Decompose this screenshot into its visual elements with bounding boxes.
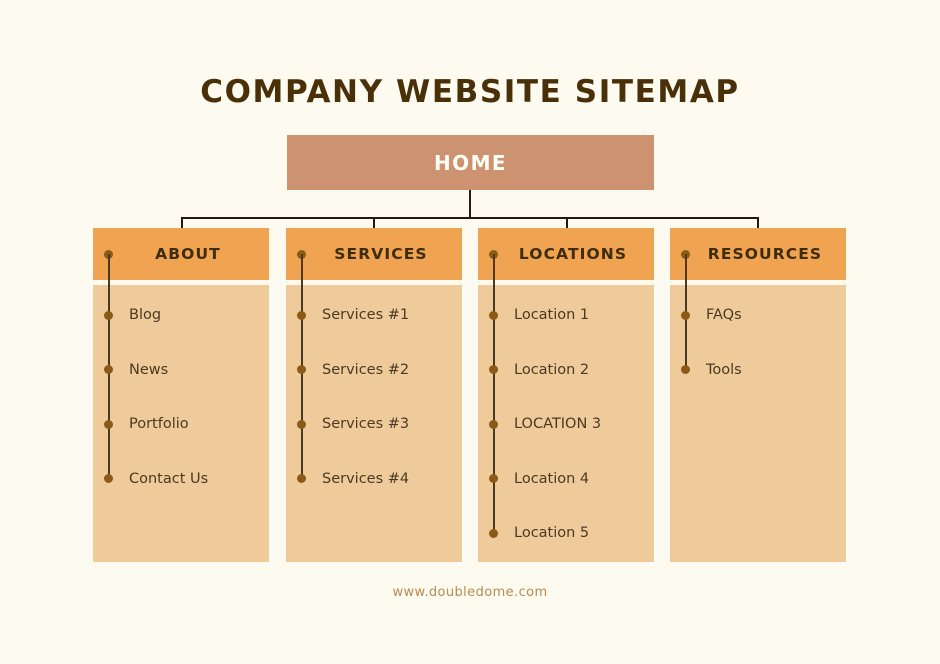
sitemap-item-label: Portfolio — [129, 416, 189, 432]
connector-bus — [181, 217, 759, 219]
timeline-dot-resources-1 — [681, 365, 690, 374]
column-body-resources — [670, 285, 846, 562]
sitemap-item-label: News — [129, 361, 169, 378]
sitemap-column-services: SERVICES Services #1 Services #2 Services … — [286, 228, 462, 562]
column-header-label: LOCATIONS — [518, 245, 628, 263]
sitemap-item-label: Services #3 — [322, 416, 410, 432]
sitemap-column-locations: LOCATIONS Location 1 Location 2 LOCATION 3… — [478, 228, 654, 562]
timeline-dot-services-2 — [297, 419, 306, 429]
timeline-dot-about-3 — [104, 474, 113, 483]
sitemap-item-label: Location 4 — [514, 470, 590, 487]
sitemap-item-label: Location 1 — [514, 307, 590, 323]
home-node-label: HOME — [434, 150, 507, 175]
timeline-dot-locations-4 — [489, 528, 498, 538]
sitemap-item-label: Services #2 — [322, 361, 410, 378]
sitemap-item-label: FAQs — [706, 307, 742, 323]
column-header-about[interactable]: ABOUT — [93, 228, 269, 280]
timeline-dot-locations-0 — [489, 310, 498, 320]
column-header-label: SERVICES — [334, 245, 428, 263]
sitemap-item-label: Blog — [129, 307, 162, 323]
timeline-dot-services-0 — [297, 310, 306, 320]
sitemap-item-label: Location 5 — [514, 525, 590, 541]
connector-stem — [469, 190, 471, 219]
column-header-services[interactable]: SERVICES — [286, 228, 462, 280]
sitemap-column-resources: RESOURCES FAQs Tools — [670, 228, 846, 562]
timeline-dot-about-2 — [104, 419, 113, 429]
sitemap-item-label: Services #1 — [322, 307, 410, 323]
timeline-dot-locations-2 — [489, 419, 498, 429]
timeline-dot-locations-1 — [489, 365, 498, 374]
sitemap-canvas: COMPANY WEBSITE SITEMAP HOME ABOUT Blog N… — [0, 0, 940, 664]
timeline-dot-about-0 — [104, 310, 113, 320]
sitemap-item-label: LOCATION 3 — [514, 416, 602, 432]
timeline-dot-services-3 — [297, 474, 306, 483]
timeline-rail-locations — [493, 254, 495, 533]
sitemap-item-label: Tools — [706, 361, 742, 378]
column-header-label: RESOURCES — [707, 245, 823, 263]
timeline-dot-resources-0 — [681, 310, 690, 320]
footer-url: www.doubledome.com — [392, 585, 548, 600]
column-header-label: ABOUT — [155, 245, 221, 263]
timeline-dot-locations-3 — [489, 474, 498, 483]
sitemap-item-label: Location 2 — [514, 361, 590, 378]
column-header-locations[interactable]: LOCATIONS — [478, 228, 654, 280]
home-node[interactable]: HOME — [287, 135, 654, 190]
timeline-dot-about-1 — [104, 365, 113, 374]
sitemap-item-label: Services #4 — [322, 470, 410, 487]
sitemap-item-label: Contact Us — [129, 470, 209, 487]
page-title: COMPANY WEBSITE SITEMAP — [200, 74, 740, 110]
timeline-dot-services-1 — [297, 365, 306, 374]
sitemap-column-about: ABOUT Blog News Portfolio Contact Us — [93, 228, 269, 562]
column-header-resources[interactable]: RESOURCES — [670, 228, 846, 280]
